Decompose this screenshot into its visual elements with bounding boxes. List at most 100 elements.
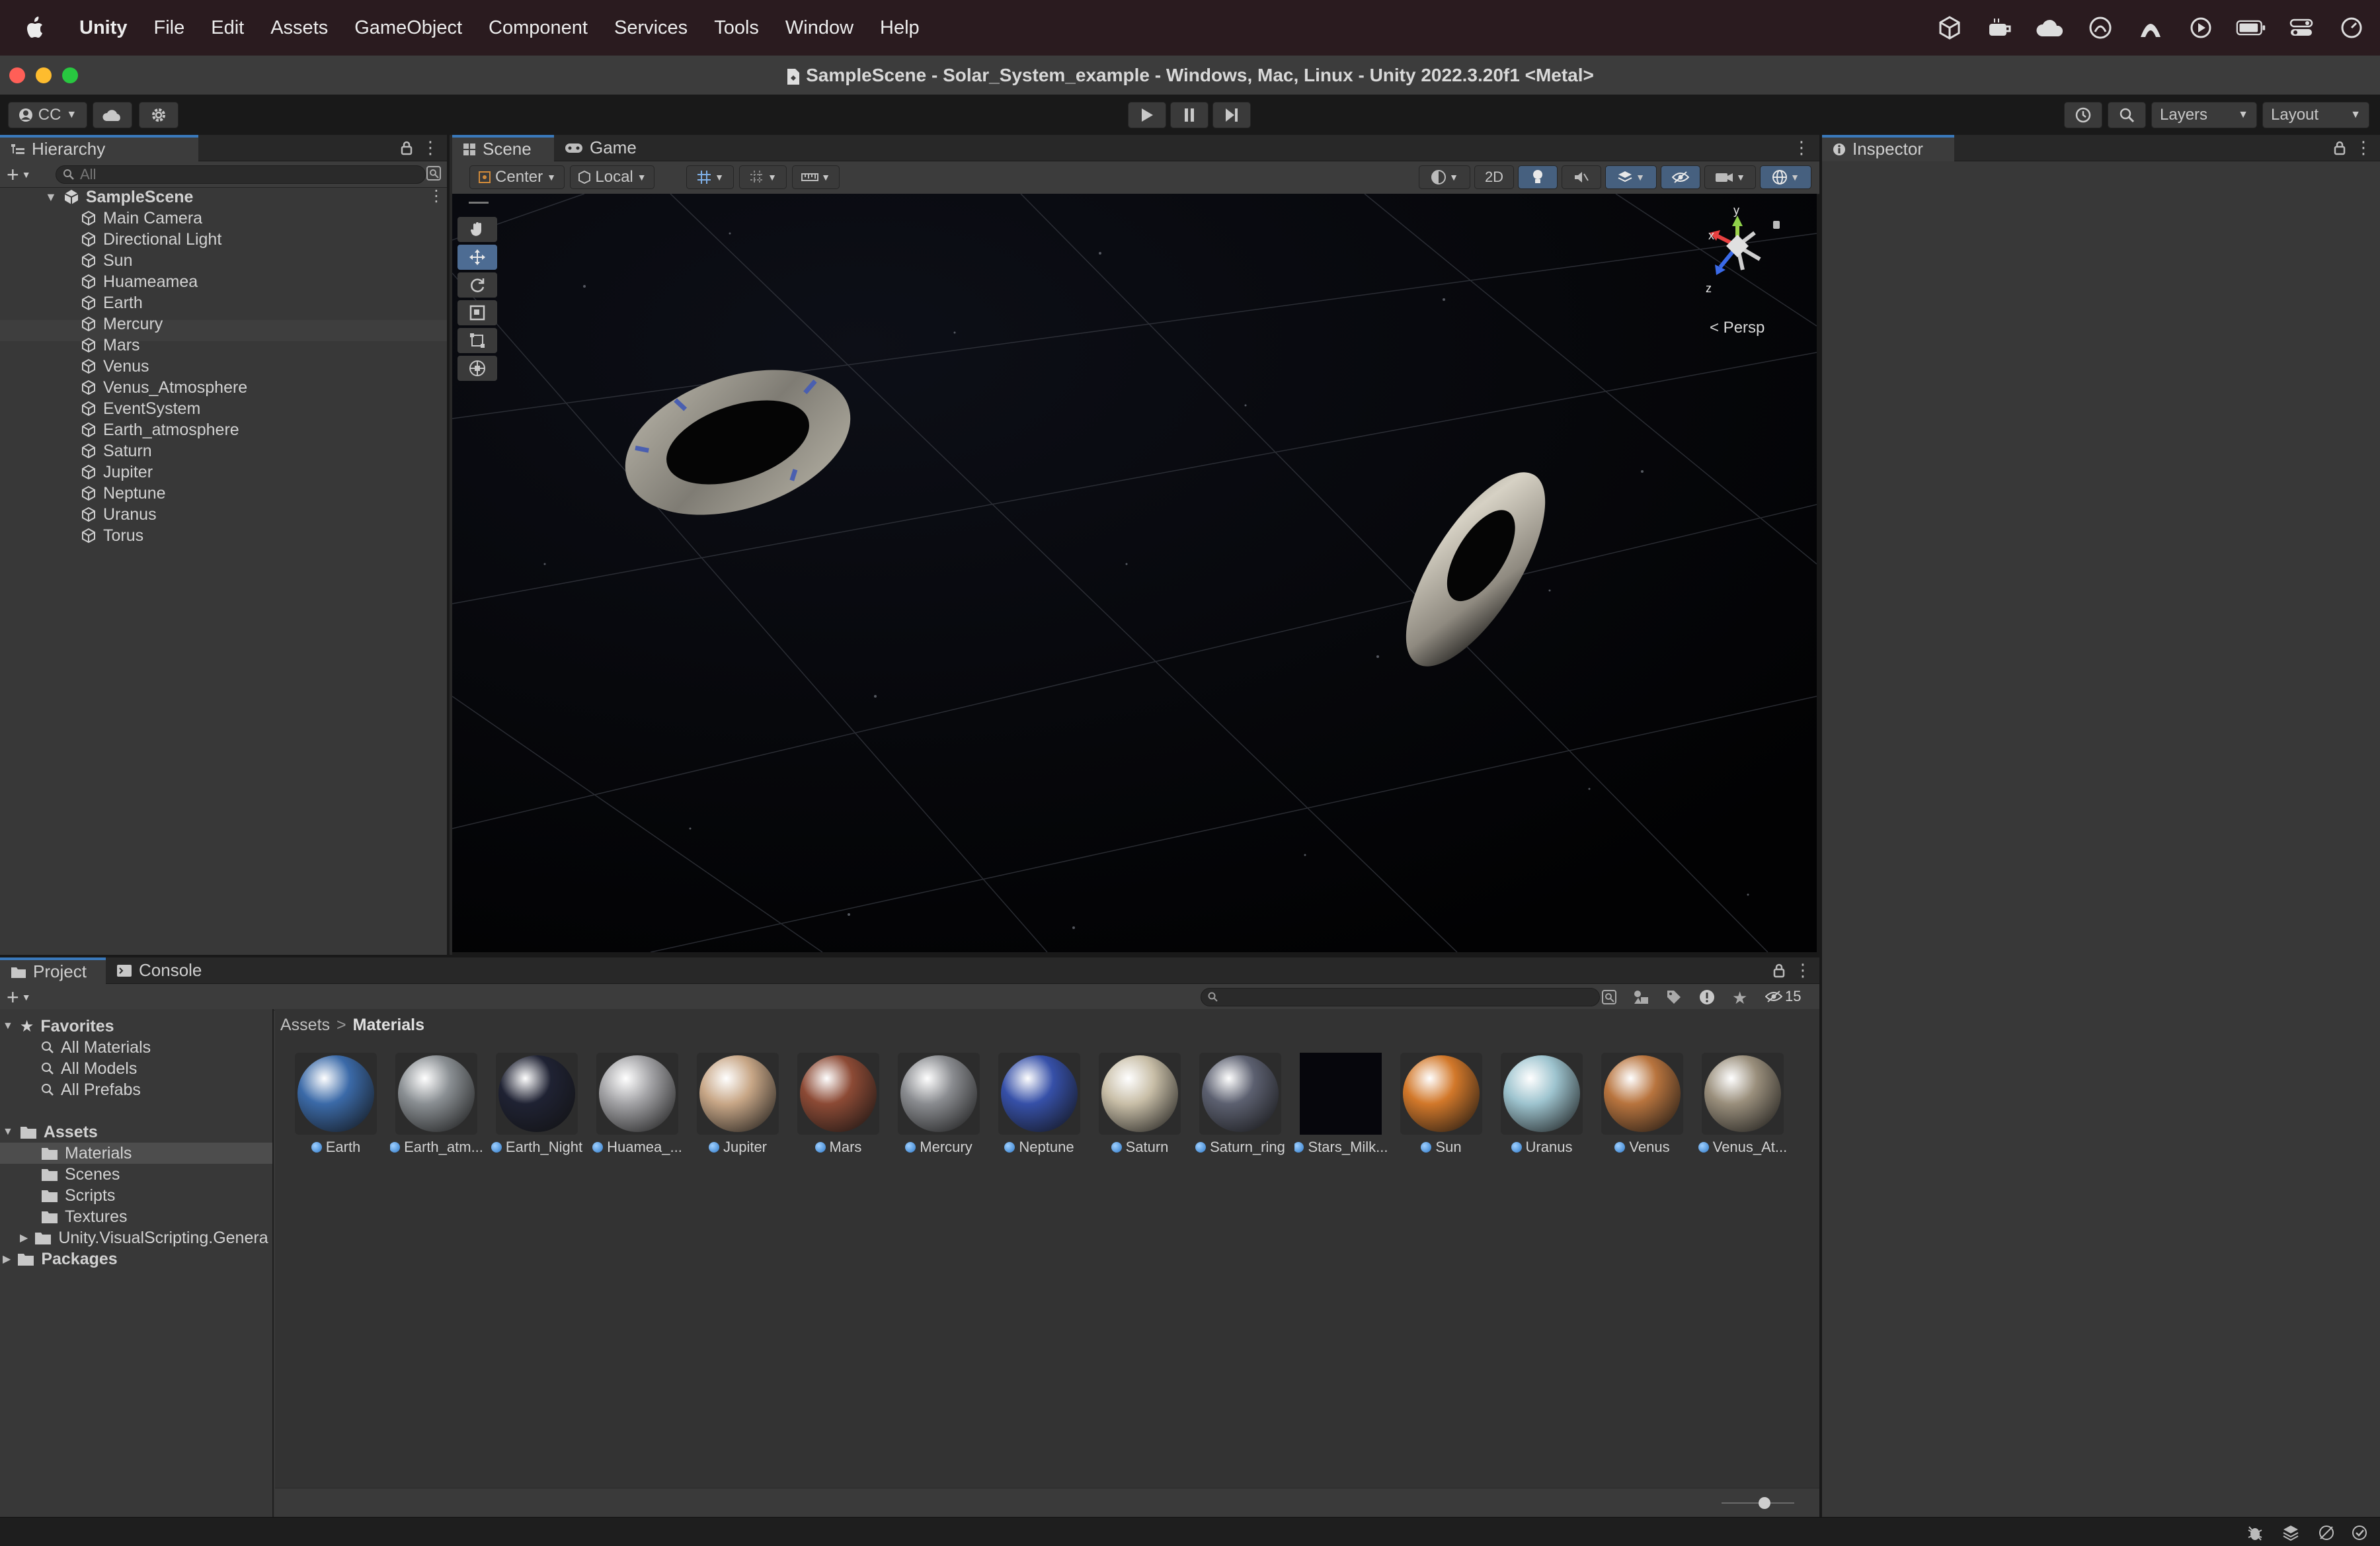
hierarchy-item-earth[interactable]: Earth <box>81 292 143 313</box>
expand-arrow-right-icon[interactable]: ▶ <box>3 1252 11 1266</box>
material-asset[interactable]: Earth_Night <box>491 1053 583 1156</box>
gizmos-dropdown[interactable]: ▼ <box>1760 165 1811 189</box>
move-tool[interactable] <box>457 245 497 270</box>
material-asset[interactable]: Neptune <box>993 1053 1086 1156</box>
lock-icon[interactable] <box>1773 963 1785 978</box>
tab-game[interactable]: Game <box>554 135 647 161</box>
breadcrumb-root[interactable]: Assets <box>280 1016 330 1035</box>
hierarchy-item-directional-light[interactable]: Directional Light <box>81 229 221 250</box>
tab-console[interactable]: Console <box>106 957 212 984</box>
material-asset[interactable]: Earth <box>290 1053 382 1156</box>
draw-mode-dropdown[interactable]: ▼ <box>1419 165 1470 189</box>
material-asset[interactable]: Venus_At... <box>1696 1053 1789 1156</box>
rotate-tool[interactable] <box>457 272 497 298</box>
hierarchy-item-mars[interactable]: Mars <box>81 335 140 356</box>
tab-project[interactable]: Project <box>0 957 106 984</box>
menu-gameobject[interactable]: GameObject <box>354 17 462 39</box>
material-asset[interactable]: Saturn_ring <box>1194 1053 1287 1156</box>
projection-toggle[interactable]: < Persp <box>1710 319 1765 337</box>
lock-icon[interactable] <box>401 141 413 155</box>
layers-dropdown[interactable]: Layers ▼ <box>2151 102 2257 128</box>
debug-bug-icon[interactable] <box>2246 1524 2264 1541</box>
folder-scenes[interactable]: Scenes <box>41 1164 120 1185</box>
scene-viewport[interactable] <box>452 194 1817 952</box>
favorites-section[interactable]: ▼ ★ Favorites <box>3 1016 114 1037</box>
step-button[interactable] <box>1212 102 1251 128</box>
tab-inspector[interactable]: Inspector <box>1822 134 1954 161</box>
scale-tool[interactable] <box>457 300 497 325</box>
arc-icon[interactable] <box>2135 15 2166 41</box>
folder-textures[interactable]: Textures <box>41 1206 127 1227</box>
hierarchy-item-neptune[interactable]: Neptune <box>81 483 166 504</box>
zoom-slider-track[interactable] <box>1722 1502 1794 1504</box>
hierarchy-item-main-camera[interactable]: Main Camera <box>81 208 202 229</box>
progress-stack-icon[interactable] <box>2282 1524 2299 1541</box>
tab-scene[interactable]: Scene <box>452 134 554 161</box>
zoom-slider-thumb[interactable] <box>1759 1497 1770 1509</box>
more-options-icon[interactable]: ⋮ <box>1793 138 1810 158</box>
search-button[interactable] <box>2108 102 2146 128</box>
create-asset-button[interactable]: + ▼ <box>7 987 31 1008</box>
assets-section[interactable]: ▼ Assets <box>3 1121 98 1143</box>
search-by-type-icon[interactable] <box>1601 989 1617 1005</box>
menu-help[interactable]: Help <box>880 17 920 39</box>
scene-menu-icon[interactable]: ⋮ <box>428 186 444 206</box>
checkmark-status-icon[interactable] <box>2351 1524 2368 1541</box>
lock-icon[interactable] <box>2334 141 2346 155</box>
menu-edit[interactable]: Edit <box>211 17 244 39</box>
search-options-icon[interactable] <box>426 165 442 181</box>
layout-dropdown[interactable]: Layout ▼ <box>2262 102 2369 128</box>
packages-section[interactable]: ▶ Packages <box>3 1248 118 1270</box>
play-circle-icon[interactable] <box>2186 15 2216 41</box>
grid-snap-dropdown[interactable]: ▼ <box>686 165 734 189</box>
favorite-all-materials[interactable]: All Materials <box>41 1037 151 1058</box>
filter-by-type-icon[interactable] <box>1633 989 1650 1005</box>
services-button[interactable] <box>139 102 178 128</box>
coffee-icon[interactable] <box>1985 15 2015 41</box>
hierarchy-item-mercury[interactable]: Mercury <box>81 313 163 335</box>
control-center-icon[interactable] <box>2286 15 2317 41</box>
hierarchy-item-earth-atmosphere[interactable]: Earth_atmosphere <box>81 419 239 440</box>
filter-by-label-icon[interactable] <box>1666 989 1682 1005</box>
menu-component[interactable]: Component <box>489 17 588 39</box>
menu-file[interactable]: File <box>154 17 185 39</box>
menu-tools[interactable]: Tools <box>714 17 759 39</box>
camera-dropdown[interactable]: ▼ <box>1704 165 1756 189</box>
hierarchy-item-saturn[interactable]: Saturn <box>81 440 152 462</box>
unity-hub-icon[interactable] <box>1934 15 1965 41</box>
favorite-star-icon[interactable]: ★ <box>1732 988 1747 1008</box>
tab-hierarchy[interactable]: Hierarchy <box>0 134 198 161</box>
hierarchy-item-huameamea[interactable]: Huameamea <box>81 271 198 292</box>
project-search-field[interactable] <box>1201 988 1600 1006</box>
tools-drag-handle[interactable] <box>459 202 498 210</box>
material-asset[interactable]: Huamea_... <box>591 1053 684 1156</box>
apple-menu-icon[interactable] <box>26 17 46 39</box>
expand-arrow-icon[interactable]: ▼ <box>3 1126 13 1138</box>
space-dropdown[interactable]: Local ▼ <box>570 165 654 189</box>
material-asset[interactable]: Uranus <box>1495 1053 1588 1156</box>
material-asset[interactable]: Earth_atm... <box>390 1053 483 1156</box>
cloud-button[interactable] <box>93 102 132 128</box>
material-asset[interactable]: Saturn <box>1093 1053 1186 1156</box>
material-asset[interactable]: Mercury <box>892 1053 985 1156</box>
hierarchy-item-uranus[interactable]: Uranus <box>81 504 157 525</box>
hierarchy-item-torus[interactable]: Torus <box>81 525 143 546</box>
pivot-dropdown[interactable]: Center ▼ <box>469 165 565 189</box>
hierarchy-search-field[interactable]: All <box>56 165 426 184</box>
material-asset[interactable]: Sun <box>1395 1053 1488 1156</box>
expand-arrow-icon[interactable]: ▼ <box>3 1020 13 1032</box>
pause-button[interactable] <box>1170 102 1209 128</box>
audio-toggle[interactable] <box>1562 165 1601 189</box>
hierarchy-item-sun[interactable]: Sun <box>81 250 132 271</box>
create-button[interactable]: + ▼ <box>7 164 31 185</box>
more-options-icon[interactable]: ⋮ <box>422 138 439 158</box>
increment-snap-dropdown[interactable]: ▼ <box>792 165 840 189</box>
auto-generate-lighting-icon[interactable] <box>2318 1524 2335 1541</box>
undo-history-button[interactable] <box>2064 102 2102 128</box>
favorite-all-models[interactable]: All Models <box>41 1058 137 1079</box>
material-asset[interactable]: Mars <box>792 1053 885 1156</box>
hierarchy-item-venus[interactable]: Venus <box>81 356 149 377</box>
material-asset[interactable]: Venus <box>1596 1053 1688 1156</box>
hand-tool[interactable] <box>457 217 497 242</box>
rect-tool[interactable] <box>457 328 497 353</box>
